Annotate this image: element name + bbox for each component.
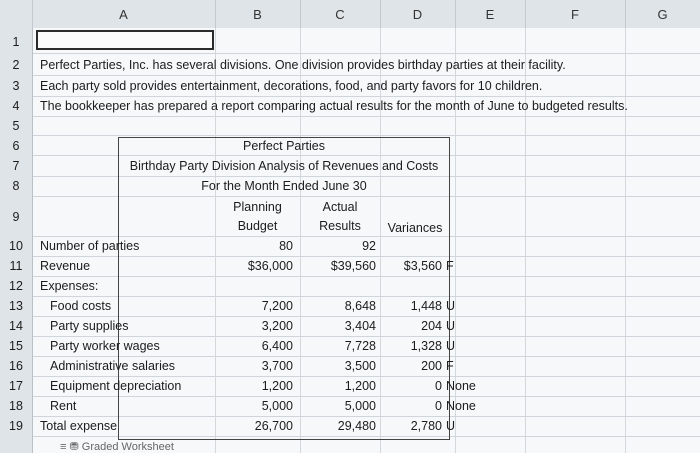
- row-header-9[interactable]: 9: [0, 209, 32, 225]
- flag-total: U: [446, 419, 456, 433]
- actual-wages: 7,728: [344, 339, 376, 353]
- gridline: [32, 135, 700, 136]
- variance-food: 1,448: [410, 299, 442, 313]
- header-actual-1: Actual: [322, 200, 358, 214]
- row-header-15[interactable]: 15: [0, 338, 32, 354]
- row-header-12[interactable]: 12: [0, 278, 32, 294]
- report-subtitle: Birthday Party Division Analysis of Reve…: [129, 159, 439, 173]
- flag-wages: U: [446, 339, 456, 353]
- line-label-total: Total expense: [40, 419, 118, 433]
- row-header-14[interactable]: 14: [0, 318, 32, 334]
- actual-parties: 92: [362, 239, 376, 253]
- row-header-3[interactable]: 3: [0, 78, 32, 94]
- budget-depreciation: 1,200: [261, 379, 293, 393]
- line-label-supplies: Party supplies: [50, 319, 129, 333]
- column-header-a[interactable]: A: [32, 0, 216, 28]
- budget-wages: 6,400: [261, 339, 293, 353]
- row-header-6[interactable]: 6: [0, 138, 32, 154]
- line-label-expenses: Expenses:: [40, 279, 99, 293]
- budget-parties: 80: [279, 239, 293, 253]
- row-header-10[interactable]: 10: [0, 238, 32, 254]
- line-label-food: Food costs: [50, 299, 112, 313]
- line-label-revenue: Revenue: [40, 259, 91, 273]
- gridline: [625, 28, 626, 453]
- actual-supplies: 3,404: [344, 319, 376, 333]
- flag-depreciation: None: [446, 379, 476, 393]
- row-header-19[interactable]: 19: [0, 418, 32, 434]
- row-header-13[interactable]: 13: [0, 298, 32, 314]
- report-period: For the Month Ended June 30: [201, 179, 367, 193]
- graded-worksheet-tab[interactable]: ≡ ⛃ Graded Worksheet: [60, 440, 174, 453]
- column-header-f[interactable]: F: [525, 0, 626, 28]
- column-header-b[interactable]: B: [215, 0, 301, 28]
- line-label-depreciation: Equipment depreciation: [50, 379, 182, 393]
- variance-rent: 0: [435, 399, 442, 413]
- column-header-d[interactable]: D: [380, 0, 456, 28]
- actual-admin: 3,500: [344, 359, 376, 373]
- intro-line-3: The bookkeeper has prepared a report com…: [40, 99, 628, 113]
- actual-rent: 5,000: [344, 399, 376, 413]
- intro-line-2: Each party sold provides entertainment, …: [40, 79, 543, 93]
- line-label-rent: Rent: [50, 399, 77, 413]
- actual-depreciation: 1,200: [344, 379, 376, 393]
- line-label-parties: Number of parties: [40, 239, 140, 253]
- row-header-1[interactable]: 1: [0, 34, 32, 50]
- variance-supplies: 204: [421, 319, 442, 333]
- variance-admin: 200: [421, 359, 442, 373]
- variance-wages: 1,328: [410, 339, 442, 353]
- column-header-e[interactable]: E: [455, 0, 526, 28]
- row-header-2[interactable]: 2: [0, 57, 32, 73]
- row-header-16[interactable]: 16: [0, 358, 32, 374]
- flag-food: U: [446, 299, 456, 313]
- header-planning-1: Planning: [233, 200, 282, 214]
- header-planning-2: Budget: [237, 219, 278, 233]
- row-header-7[interactable]: 7: [0, 158, 32, 174]
- spreadsheet: A B C D E F G 1 2 3 4 5 6 7 8 9 10 11 12…: [0, 0, 700, 453]
- row-header-11[interactable]: 11: [0, 258, 32, 274]
- graded-worksheet-label: Graded Worksheet: [81, 441, 174, 453]
- gridline: [32, 96, 700, 97]
- column-header-g[interactable]: G: [625, 0, 700, 28]
- column-header-c[interactable]: C: [300, 0, 381, 28]
- selected-cell-a1[interactable]: [36, 30, 214, 50]
- budget-revenue: $36,000: [247, 259, 293, 273]
- header-actual-2: Results: [319, 219, 361, 233]
- row-header-5[interactable]: 5: [0, 118, 32, 134]
- budget-admin: 3,700: [261, 359, 293, 373]
- flag-admin: F: [446, 359, 454, 373]
- actual-food: 8,648: [344, 299, 376, 313]
- header-variances: Variances: [387, 221, 443, 235]
- flag-revenue: F: [446, 259, 454, 273]
- row-header-18[interactable]: 18: [0, 398, 32, 414]
- select-all-corner[interactable]: [0, 0, 33, 28]
- gridline: [32, 53, 700, 54]
- budget-food: 7,200: [261, 299, 293, 313]
- worksheet-icon: ⛃: [69, 441, 82, 453]
- variance-revenue: $3,560: [403, 259, 442, 273]
- row-header-8[interactable]: 8: [0, 178, 32, 194]
- row-header-17[interactable]: 17: [0, 378, 32, 394]
- gridline: [32, 116, 700, 117]
- actual-total: 29,480: [337, 419, 376, 433]
- actual-revenue: $39,560: [330, 259, 376, 273]
- line-label-wages: Party worker wages: [50, 339, 160, 353]
- budget-supplies: 3,200: [261, 319, 293, 333]
- budget-rent: 5,000: [261, 399, 293, 413]
- row-header-4[interactable]: 4: [0, 98, 32, 114]
- budget-total: 26,700: [254, 419, 293, 433]
- gridline: [32, 75, 700, 76]
- line-label-admin: Administrative salaries: [50, 359, 176, 373]
- intro-line-1: Perfect Parties, Inc. has several divisi…: [40, 58, 566, 72]
- column-header-bar: A B C D E F G: [0, 0, 700, 29]
- variance-depreciation: 0: [435, 379, 442, 393]
- flag-rent: None: [446, 399, 476, 413]
- flag-supplies: U: [446, 319, 456, 333]
- variance-total: 2,780: [410, 419, 442, 433]
- report-title: Perfect Parties: [243, 139, 325, 153]
